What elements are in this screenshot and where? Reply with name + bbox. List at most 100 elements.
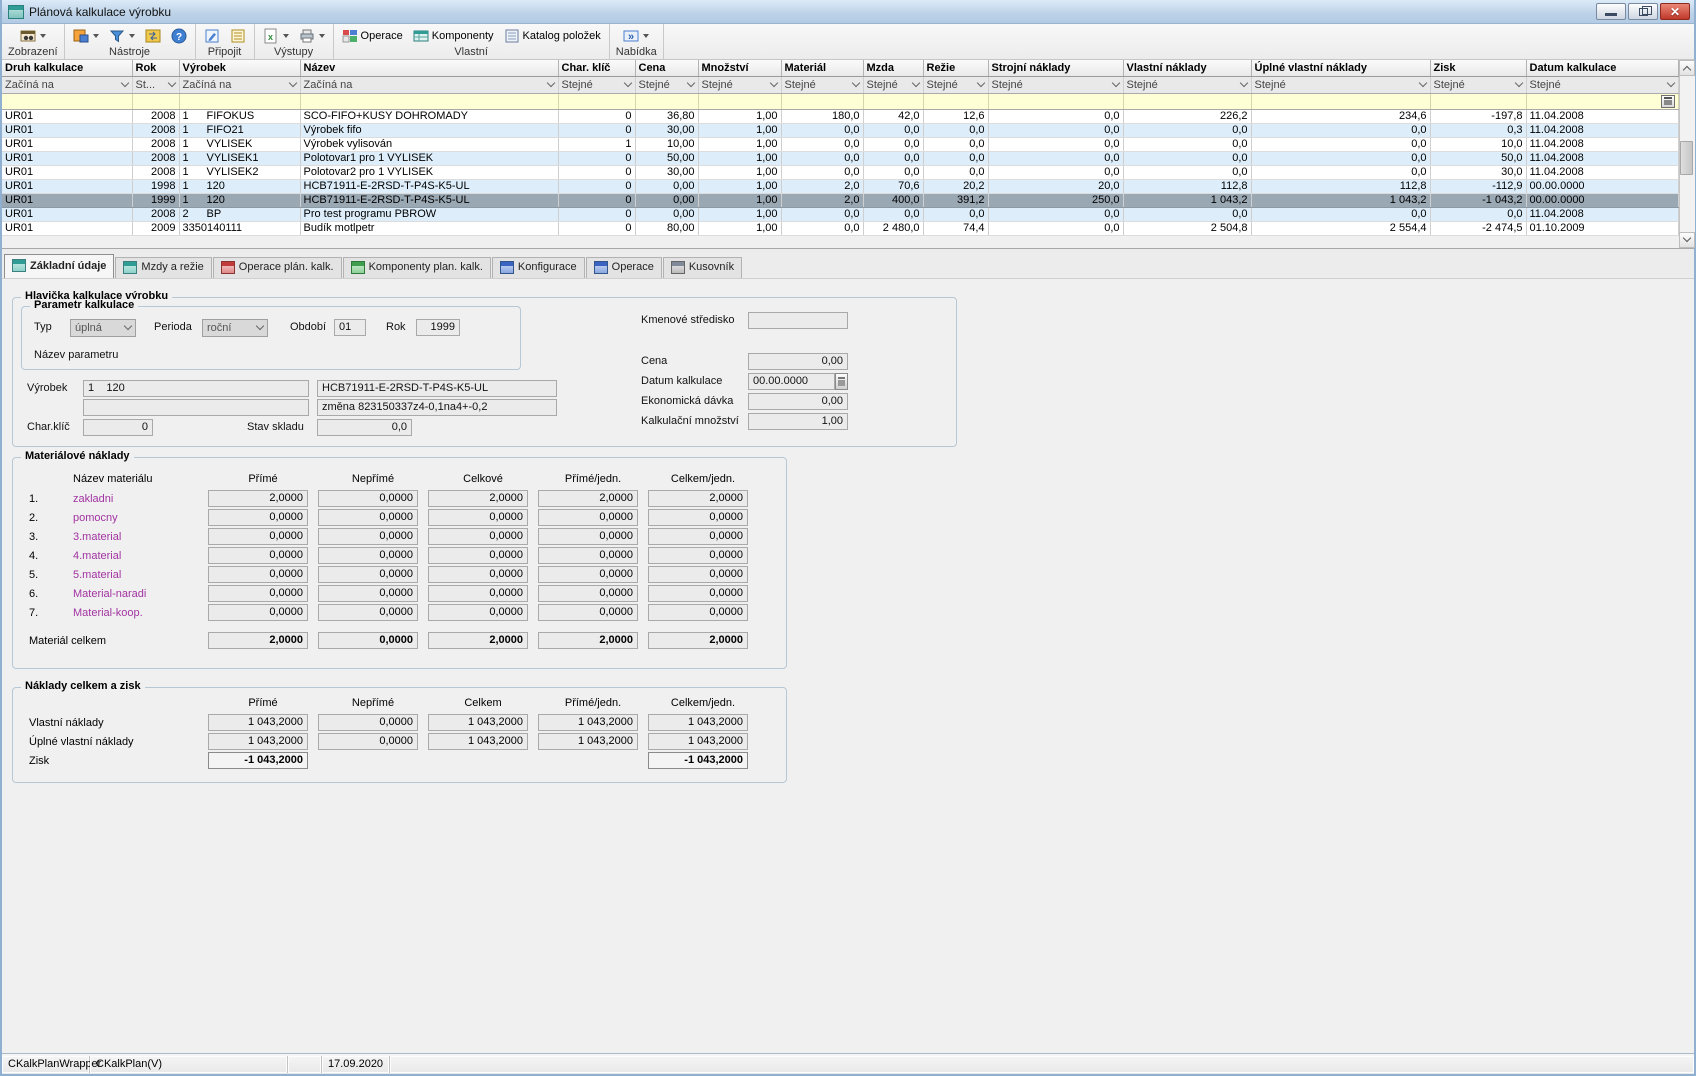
material-celkove-field[interactable]: 2,0000	[428, 490, 528, 507]
rok-field[interactable]: 1999	[416, 319, 460, 336]
filter-combo[interactable]: St...	[133, 77, 179, 93]
material-prime-jedn-field[interactable]: 0,0000	[538, 528, 638, 545]
grid-column-header[interactable]: Množství	[698, 60, 781, 76]
grid-row[interactable]: UR01 1998 1120 HCB71911-E-2RSD-T-P4S-K5-…	[2, 179, 1678, 193]
grid-row[interactable]: UR01 2008 1VYLISEK2 Polotovar2 pro 1 VYL…	[2, 165, 1678, 179]
filter-combo[interactable]: Stejné	[924, 77, 988, 93]
obdobi-field[interactable]: 01	[334, 319, 366, 336]
filter-combo[interactable]: Stejné	[636, 77, 698, 93]
grid-row[interactable]: UR01 1999 1120 HCB71911-E-2RSD-T-P4S-K5-…	[2, 193, 1678, 207]
material-neprime-field[interactable]: 0,0000	[318, 585, 418, 602]
filter-combo[interactable]: Začíná na	[301, 77, 558, 93]
grid-column-header[interactable]: Výrobek	[179, 60, 300, 76]
scrollbar-thumb[interactable]	[1680, 141, 1693, 175]
help-button[interactable]: ?	[169, 27, 189, 45]
material-name-link[interactable]: Material-koop.	[53, 607, 208, 619]
tab-konfigurace[interactable]: Konfigurace	[492, 257, 585, 278]
material-celkove-field[interactable]: 0,0000	[428, 566, 528, 583]
typ-combobox[interactable]: úplná	[70, 319, 136, 337]
material-neprime-field[interactable]: 0,0000	[318, 566, 418, 583]
grid-column-header[interactable]: Úplné vlastní náklady	[1251, 60, 1430, 76]
material-prime-jedn-field[interactable]: 0,0000	[538, 509, 638, 526]
grid-row[interactable]: UR01 2008 2BP Pro test programu PBROW 0 …	[2, 207, 1678, 221]
material-neprime-field[interactable]: 0,0000	[318, 604, 418, 621]
print-button[interactable]	[297, 27, 327, 45]
material-name-link[interactable]: Material-naradi	[53, 588, 208, 600]
material-celkove-field[interactable]: 0,0000	[428, 509, 528, 526]
material-celkove-field[interactable]: 0,0000	[428, 585, 528, 602]
scroll-down-button[interactable]	[1679, 232, 1695, 248]
vyrobek-field2[interactable]	[83, 399, 309, 416]
scrollbar-track[interactable]	[1679, 76, 1695, 232]
grid-row[interactable]: UR01 2008 1VYLISEK1 Polotovar1 pro 1 VYL…	[2, 151, 1678, 165]
material-neprime-field[interactable]: 0,0000	[318, 509, 418, 526]
grid-column-header[interactable]: Rok	[132, 60, 179, 76]
material-name-link[interactable]: 5.material	[53, 569, 208, 581]
vyrobek-name-field[interactable]: HCB71911-E-2RSD-T-P4S-K5-UL	[317, 380, 557, 397]
grid-column-header[interactable]: Char. klíč	[558, 60, 635, 76]
filter-builder-button[interactable]	[1661, 95, 1675, 108]
material-prime-field[interactable]: 0,0000	[208, 566, 308, 583]
material-prime-jedn-field[interactable]: 0,0000	[538, 566, 638, 583]
charklic-field[interactable]: 0	[83, 419, 153, 436]
material-celkove-field[interactable]: 0,0000	[428, 528, 528, 545]
close-button[interactable]: ✕	[1660, 3, 1690, 20]
material-name-link[interactable]: zakladni	[53, 493, 208, 505]
filter-entry-cell[interactable]	[2, 93, 132, 109]
filter-combo[interactable]: Stejné	[559, 77, 635, 93]
perioda-combobox[interactable]: roční	[202, 319, 268, 337]
grid-row[interactable]: UR01 2008 1FIFOKUS SCO-FIFO+KUSY DOHROMA…	[2, 109, 1678, 123]
grid-column-header[interactable]: Vlastní náklady	[1123, 60, 1251, 76]
transfer-button[interactable]	[143, 27, 163, 45]
komponenty-button[interactable]: Komponenty	[411, 27, 496, 45]
material-celkem-jedn-field[interactable]: 0,0000	[648, 604, 748, 621]
vertical-scrollbar[interactable]	[1679, 60, 1695, 248]
material-prime-field[interactable]: 0,0000	[208, 604, 308, 621]
cena-field[interactable]: 0,00	[748, 353, 848, 370]
grid-column-header[interactable]: Mzda	[863, 60, 923, 76]
material-prime-field[interactable]: 0,0000	[208, 547, 308, 564]
material-celkove-field[interactable]: 0,0000	[428, 604, 528, 621]
filter-combo[interactable]: Stejné	[782, 77, 863, 93]
tab-operace[interactable]: Operace	[586, 257, 662, 278]
tab-mzdy-a-rezie[interactable]: Mzdy a režie	[115, 257, 211, 278]
vyrobek-field[interactable]: 1 120	[83, 380, 309, 397]
date-spinner-button[interactable]	[835, 373, 848, 390]
filter-combo[interactable]: Stejné	[699, 77, 781, 93]
scroll-up-button[interactable]	[1679, 60, 1695, 76]
material-prime-jedn-field[interactable]: 0,0000	[538, 585, 638, 602]
material-prime-field[interactable]: 0,0000	[208, 585, 308, 602]
edit-note-button[interactable]	[202, 27, 222, 45]
material-prime-field[interactable]: 0,0000	[208, 509, 308, 526]
grid-column-header[interactable]: Druh kalkulace	[2, 60, 132, 76]
minimize-button[interactable]	[1596, 3, 1626, 20]
material-prime-field[interactable]: 0,0000	[208, 528, 308, 545]
katalog-button[interactable]: Katalog položek	[502, 27, 603, 45]
material-prime-field[interactable]: 2,0000	[208, 490, 308, 507]
material-celkem-jedn-field[interactable]: 0,0000	[648, 509, 748, 526]
material-celkem-jedn-field[interactable]: 2,0000	[648, 490, 748, 507]
grid-column-header[interactable]: Cena	[635, 60, 698, 76]
material-celkove-field[interactable]: 0,0000	[428, 547, 528, 564]
material-prime-jedn-field[interactable]: 0,0000	[538, 604, 638, 621]
material-celkem-jedn-field[interactable]: 0,0000	[648, 528, 748, 545]
material-neprime-field[interactable]: 0,0000	[318, 547, 418, 564]
restore-button[interactable]	[1628, 3, 1658, 20]
kmenove-field[interactable]	[748, 312, 848, 329]
ekonomicka-davka-field[interactable]: 0,00	[748, 393, 848, 410]
grid-column-header[interactable]: Materiál	[781, 60, 863, 76]
grid-column-header[interactable]: Zisk	[1430, 60, 1526, 76]
vyrobek-note-field[interactable]: změna 823150337z4-0,1na4+-0,2	[317, 399, 557, 416]
grid-column-header[interactable]: Strojní náklady	[988, 60, 1123, 76]
material-neprime-field[interactable]: 0,0000	[318, 528, 418, 545]
material-prime-jedn-field[interactable]: 2,0000	[538, 490, 638, 507]
filter-combo[interactable]: Začíná na	[2, 77, 132, 93]
filter-combo[interactable]: Stejné	[1527, 77, 1678, 93]
grid-row[interactable]: UR01 2009 3350140111 Budík motlpetr 0 80…	[2, 221, 1678, 235]
material-celkem-jedn-field[interactable]: 0,0000	[648, 547, 748, 564]
tab-operace-plan-kalk[interactable]: Operace plán. kalk.	[213, 257, 342, 278]
tab-kusovnik[interactable]: Kusovník	[663, 257, 742, 278]
grid-column-header[interactable]: Datum kalkulace	[1526, 60, 1678, 76]
material-celkem-jedn-field[interactable]: 0,0000	[648, 585, 748, 602]
material-prime-jedn-field[interactable]: 0,0000	[538, 547, 638, 564]
